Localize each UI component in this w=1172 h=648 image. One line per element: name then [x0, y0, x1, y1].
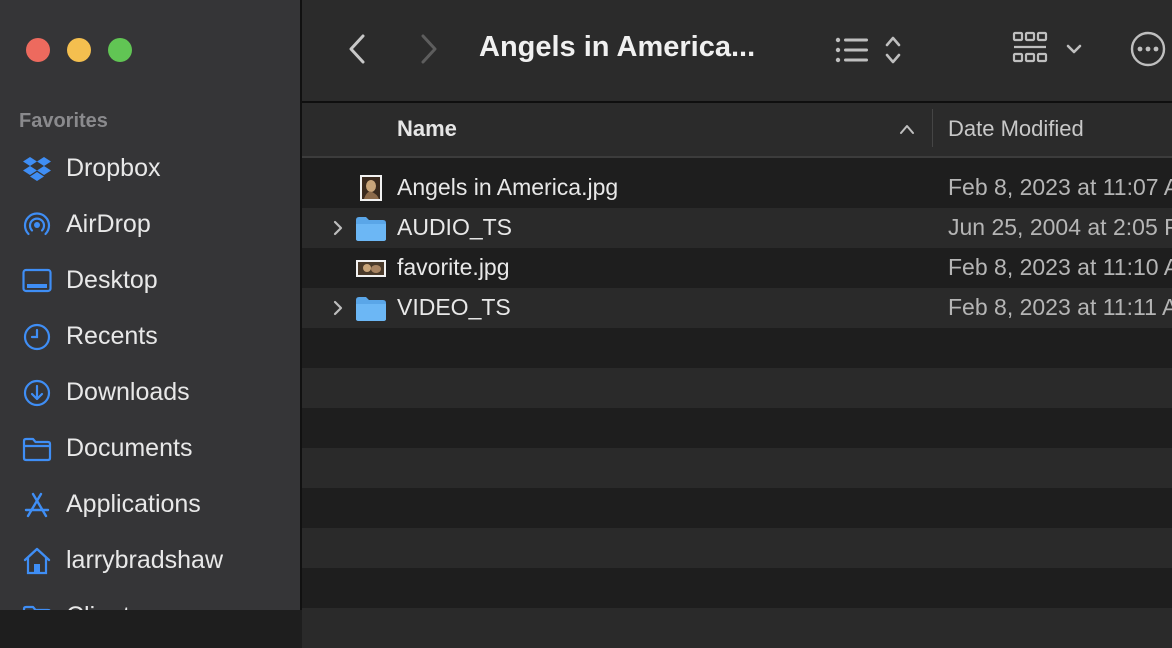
airdrop-icon: [22, 211, 52, 239]
file-row[interactable]: AUDIO_TS Jun 25, 2004 at 2:05 PM: [302, 208, 1172, 248]
sidebar-item-clients[interactable]: Clients: [0, 589, 300, 610]
disclosure-triangle-icon[interactable]: [332, 300, 344, 316]
file-date: Feb 8, 2023 at 11:10 AM: [948, 254, 1172, 280]
sidebar-item-recents[interactable]: Recents: [0, 309, 300, 365]
chevron-right-icon: [421, 34, 437, 64]
folder-icon: [356, 217, 386, 241]
empty-row: [302, 408, 1172, 448]
file-row[interactable]: VIDEO_TS Feb 8, 2023 at 11:11 AM: [302, 288, 1172, 328]
chevron-up-icon[interactable]: [899, 123, 915, 135]
minimize-window-button[interactable]: [67, 38, 91, 62]
file-date: Jun 25, 2004 at 2:05 PM: [948, 214, 1172, 240]
sidebar-item-label: Clients: [66, 602, 142, 610]
home-icon: [22, 547, 52, 575]
sidebar-item-home[interactable]: larrybradshaw: [0, 533, 300, 589]
sort-updown-icon: [885, 36, 901, 64]
file-list: Angels in America.jpg Feb 8, 2023 at 11:…: [302, 168, 1172, 648]
view-options-button[interactable]: [834, 34, 908, 66]
file-row[interactable]: Angels in America.jpg Feb 8, 2023 at 11:…: [302, 168, 1172, 208]
folder-icon: [356, 297, 386, 321]
file-browser: Angels in America... Name Date Modified …: [302, 0, 1172, 648]
grid-icon: [1012, 31, 1048, 63]
column-divider[interactable]: [932, 109, 933, 147]
file-date: Feb 8, 2023 at 11:11 AM: [948, 294, 1172, 320]
download-icon: [22, 379, 52, 407]
desktop-icon: [22, 267, 52, 295]
more-actions-button[interactable]: [1130, 31, 1166, 67]
empty-row: [302, 368, 1172, 408]
sidebar-item-desktop[interactable]: Desktop: [0, 253, 300, 309]
sidebar-item-label: Dropbox: [66, 154, 161, 182]
applications-icon: [22, 491, 52, 519]
file-date: Feb 8, 2023 at 11:07 AM: [948, 174, 1172, 200]
image-file-icon: [356, 260, 386, 277]
zoom-window-button[interactable]: [108, 38, 132, 62]
image-file-icon: [360, 175, 382, 201]
sidebar-section-favorites: Favorites: [19, 110, 108, 132]
window-title: Angels in America...: [479, 31, 756, 63]
sidebar-item-label: Documents: [66, 434, 193, 462]
sidebar-item-airdrop[interactable]: AirDrop: [0, 197, 300, 253]
file-name: AUDIO_TS: [397, 214, 513, 240]
sidebar-item-downloads[interactable]: Downloads: [0, 365, 300, 421]
empty-row: [302, 448, 1172, 488]
sidebar-item-label: Downloads: [66, 378, 190, 406]
group-button[interactable]: [1012, 30, 1086, 68]
back-button[interactable]: [344, 32, 370, 66]
file-name: Angels in America.jpg: [397, 174, 619, 200]
sidebar-item-documents[interactable]: Documents: [0, 421, 300, 477]
column-header-date-modified[interactable]: Date Modified: [948, 116, 1084, 142]
ellipsis-circle-icon: [1130, 31, 1166, 67]
file-name: VIDEO_TS: [397, 294, 511, 320]
sidebar-item-applications[interactable]: Applications: [0, 477, 300, 533]
empty-row: [302, 568, 1172, 608]
sidebar-item-dropbox[interactable]: Dropbox: [0, 141, 300, 197]
disclosure-triangle-icon[interactable]: [332, 220, 344, 236]
sidebar-item-label: Recents: [66, 322, 158, 350]
sidebar-item-label: Desktop: [66, 266, 158, 294]
column-header: Name Date Modified: [302, 103, 1172, 158]
sidebar-item-label: Applications: [66, 490, 201, 518]
empty-row: [302, 608, 1172, 648]
sidebar-item-label: AirDrop: [66, 210, 151, 238]
toolbar: Angels in America...: [302, 0, 1172, 103]
clock-icon: [22, 323, 52, 351]
empty-row: [302, 528, 1172, 568]
empty-row: [302, 328, 1172, 368]
window-controls: [26, 38, 132, 62]
chevron-left-icon: [349, 34, 365, 64]
dropbox-icon: [22, 155, 52, 183]
sidebar-favorites-list: Dropbox AirDrop Desktop Recents Download…: [0, 141, 300, 610]
list-view-icon: [835, 37, 868, 63]
chevron-down-icon: [1066, 44, 1082, 54]
close-window-button[interactable]: [26, 38, 50, 62]
folder-icon: [22, 435, 52, 463]
file-row[interactable]: favorite.jpg Feb 8, 2023 at 11:10 AM: [302, 248, 1172, 288]
sidebar: Favorites Dropbox AirDrop Desktop Recent…: [0, 0, 300, 610]
sidebar-item-label: larrybradshaw: [66, 546, 224, 574]
file-name: favorite.jpg: [397, 254, 510, 280]
column-header-name[interactable]: Name: [397, 116, 457, 142]
forward-button[interactable]: [416, 32, 442, 66]
folder-icon: [22, 603, 52, 610]
empty-row: [302, 488, 1172, 528]
